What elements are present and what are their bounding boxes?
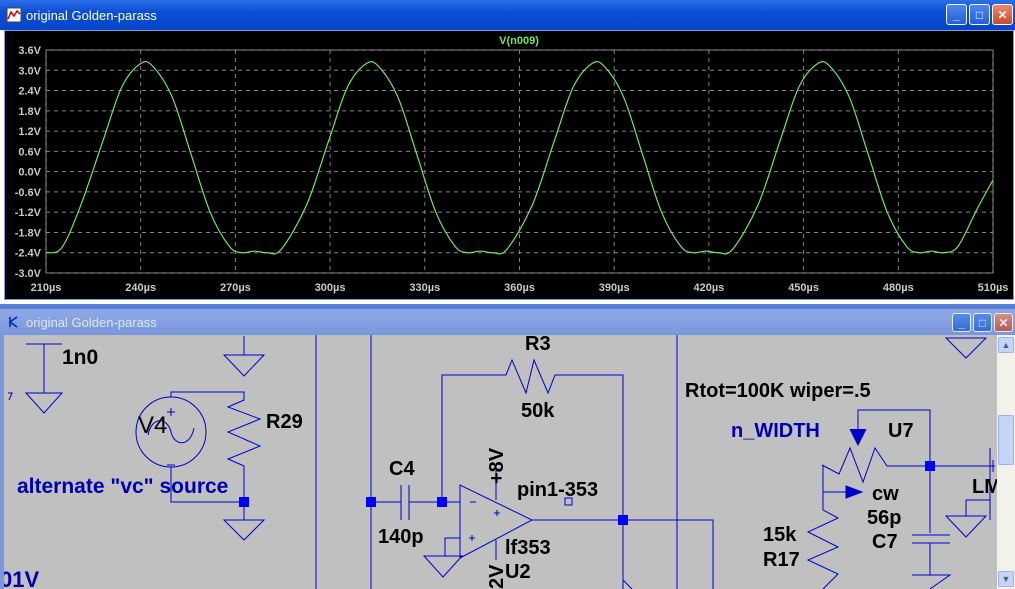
vertical-scrollbar[interactable]: ▲ ▼ bbox=[997, 335, 1015, 589]
x-tick-label: 510µs bbox=[978, 282, 1009, 294]
wire bbox=[660, 519, 714, 589]
x-tick-label: 300µs bbox=[315, 282, 346, 294]
waveform-plot[interactable]: V(n009) 3.6V 3.0V 2.4V 1.8V 1.2V 0.6V 0.0V -0.6… bbox=[4, 30, 1014, 300]
label-lf353: lf353 bbox=[505, 537, 551, 559]
label-u7: U7 bbox=[888, 420, 914, 442]
label-r3: R3 bbox=[525, 335, 551, 355]
label-cw: cw bbox=[872, 483, 899, 505]
capacitor-c4 bbox=[400, 485, 410, 520]
schematic-window: original Golden-parass _ □ ✕ 1n0 V4 R29 … bbox=[0, 309, 1015, 589]
y-tick-label: -0.6V bbox=[15, 187, 42, 199]
capacitor-1n0 bbox=[24, 343, 64, 414]
waveform-title-bar[interactable]: original Golden-parass _ □ ✕ bbox=[0, 0, 1015, 30]
y-tick-label: 3.0V bbox=[18, 65, 41, 77]
x-tick-label: 240µs bbox=[125, 282, 156, 294]
net-label-n-width: n_WIDTH bbox=[731, 420, 820, 442]
ground-symbol bbox=[944, 337, 988, 359]
y-tick-label: 1.8V bbox=[18, 106, 41, 118]
x-tick-label: 450µs bbox=[788, 282, 819, 294]
ground-symbol bbox=[8, 392, 13, 401]
label-1n0: 1n0 bbox=[62, 346, 98, 369]
scrollbar-thumb[interactable] bbox=[998, 415, 1014, 465]
schematic-title-bar[interactable]: original Golden-parass _ □ ✕ bbox=[0, 309, 1015, 335]
maximize-button[interactable]: □ bbox=[973, 313, 992, 332]
y-tick-label: 0.0V bbox=[18, 167, 41, 179]
x-tick-label: 420µs bbox=[693, 282, 724, 294]
junction bbox=[618, 515, 628, 525]
scroll-up-button[interactable]: ▲ bbox=[998, 337, 1014, 353]
minimize-button[interactable]: _ bbox=[952, 313, 971, 332]
waveform-chart: V(n009) 3.6V 3.0V 2.4V 1.8V 1.2V 0.6V 0.0V -0.6… bbox=[15, 35, 1009, 294]
wire bbox=[315, 335, 372, 589]
minimize-button[interactable]: _ bbox=[946, 4, 967, 25]
label-r17-value: 15k bbox=[763, 524, 797, 546]
y-tick-label: 3.6V bbox=[18, 45, 41, 57]
net-label-alternate-source: alternate "vc" source bbox=[17, 475, 228, 498]
junction bbox=[366, 497, 376, 507]
y-tick-label: 2.4V bbox=[18, 86, 41, 98]
scroll-down-button[interactable]: ▼ bbox=[998, 571, 1014, 587]
label-lm: LM bbox=[972, 476, 997, 498]
label-plus8v: +8V bbox=[486, 447, 508, 484]
maximize-button[interactable]: □ bbox=[969, 4, 990, 25]
junction bbox=[925, 461, 935, 471]
y-tick-label: 0.6V bbox=[18, 146, 41, 158]
ground-symbol bbox=[422, 555, 464, 578]
waveform-window: original Golden-parass _ □ ✕ V(n009) 3.6… bbox=[0, 0, 1015, 304]
label-r3-value: 50k bbox=[521, 400, 555, 422]
label-v4: V4 bbox=[138, 412, 167, 439]
waveform-app-icon bbox=[6, 7, 22, 23]
label-rtot: Rtot=100K wiper=.5 bbox=[685, 380, 871, 402]
x-tick-label: 360µs bbox=[504, 282, 535, 294]
junction bbox=[437, 497, 447, 507]
wire bbox=[623, 335, 713, 589]
label-c4: C4 bbox=[389, 458, 415, 480]
y-tick-label: -2.4V bbox=[15, 248, 42, 260]
y-tick-label: -1.2V bbox=[15, 207, 42, 219]
close-button[interactable]: ✕ bbox=[992, 4, 1013, 25]
label-r17: R17 bbox=[763, 549, 800, 571]
label-u2: U2 bbox=[505, 561, 531, 583]
label-voltage: 01V bbox=[4, 567, 39, 589]
schematic-canvas[interactable]: 1n0 V4 R29 alternate "vc" source 01V R3 … bbox=[4, 335, 997, 589]
junction bbox=[239, 497, 249, 507]
y-tick-label: -3.0V bbox=[15, 268, 42, 280]
x-tick-label: 330µs bbox=[409, 282, 440, 294]
schematic-drawing: 1n0 V4 R29 alternate "vc" source 01V R3 … bbox=[4, 335, 997, 589]
x-tick-label: 210µs bbox=[31, 282, 62, 294]
y-tick-label: 1.2V bbox=[18, 126, 41, 138]
x-tick-label: 480µs bbox=[883, 282, 914, 294]
x-tick-label: 390µs bbox=[599, 282, 630, 294]
chart-title: V(n009) bbox=[499, 35, 539, 47]
label-r29: R29 bbox=[266, 411, 303, 433]
label-c7: C7 bbox=[872, 531, 898, 553]
schematic-window-title: original Golden-parass bbox=[26, 314, 157, 330]
y-tick-label: -1.8V bbox=[15, 227, 42, 239]
label-c4-value: 140p bbox=[378, 526, 424, 548]
schematic-app-icon bbox=[9, 316, 18, 328]
ground-symbol bbox=[222, 336, 266, 377]
label-pin1-353: pin1-353 bbox=[517, 479, 598, 501]
x-tick-label: 270µs bbox=[220, 282, 251, 294]
close-button[interactable]: ✕ bbox=[994, 313, 1013, 332]
label-neg-supply: 2V bbox=[486, 564, 508, 589]
label-c7-value: 56p bbox=[867, 507, 901, 529]
waveform-window-title: original Golden-parass bbox=[26, 7, 157, 23]
